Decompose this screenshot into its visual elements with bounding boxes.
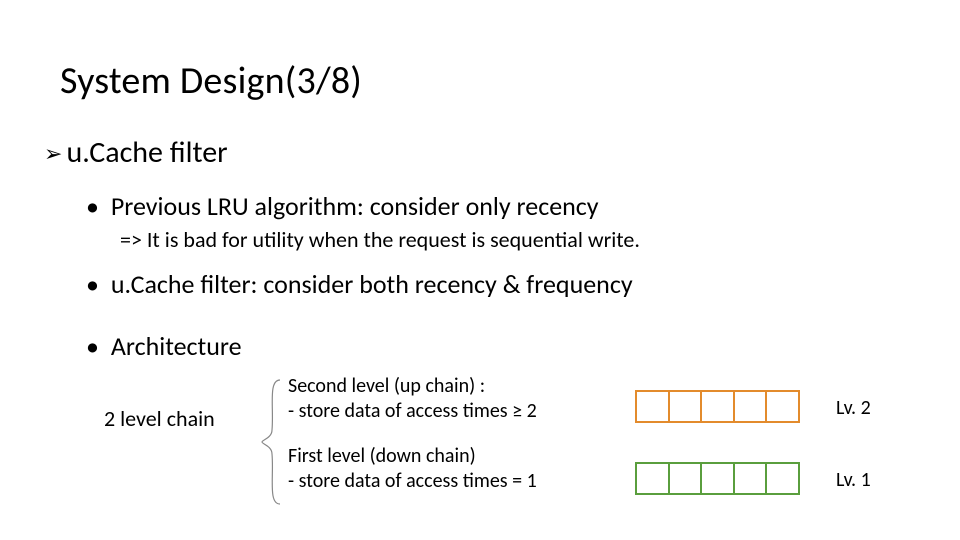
section-label: u.Cache filter [66,134,227,171]
block-cell [635,390,668,423]
level-1-label: Lv. 1 [836,468,871,492]
up-chain-line2: - store data of access times ≥ 2 [288,399,537,424]
up-chain-line1: Second level (up chain) : [288,374,537,399]
bullet-dot-icon: • [86,330,99,362]
bullet-dot-icon: • [86,268,99,300]
down-chain-line1: First level (down chain) [288,444,537,469]
sub-bullet-utility: => It is bad for utility when the reques… [120,226,640,253]
level-2-label: Lv. 2 [836,396,871,420]
block-cell [733,390,766,423]
bullet-text: u.Cache filter: consider both recency & … [111,268,633,300]
down-chain-description: First level (down chain) - store data of… [288,444,537,494]
bullet-text: Previous LRU algorithm: consider only re… [111,190,599,222]
slide-title: System Design(3/8) [60,58,362,104]
block-cell [765,462,800,495]
block-cell [668,462,701,495]
block-cell [733,462,766,495]
block-cell [668,390,701,423]
brace-icon [260,378,282,506]
bullet-ucache-filter: • u.Cache filter: consider both recency … [86,268,633,300]
block-cell [765,390,800,423]
up-chain-description: Second level (up chain) : - store data o… [288,374,537,424]
block-cell [700,390,733,423]
section-heading: ➢ u.Cache filter [44,134,228,171]
up-chain-blocks [635,390,800,423]
block-cell [635,462,668,495]
bullet-text: Architecture [111,330,242,362]
bullet-previous-lru: • Previous LRU algorithm: consider only … [86,190,599,222]
chain-label: 2 level chain [104,405,215,432]
block-cell [700,462,733,495]
arrow-icon: ➢ [44,140,62,167]
down-chain-blocks [635,462,800,495]
bullet-architecture: • Architecture [86,330,242,362]
bullet-dot-icon: • [86,190,99,222]
down-chain-line2: - store data of access times = 1 [288,469,537,494]
